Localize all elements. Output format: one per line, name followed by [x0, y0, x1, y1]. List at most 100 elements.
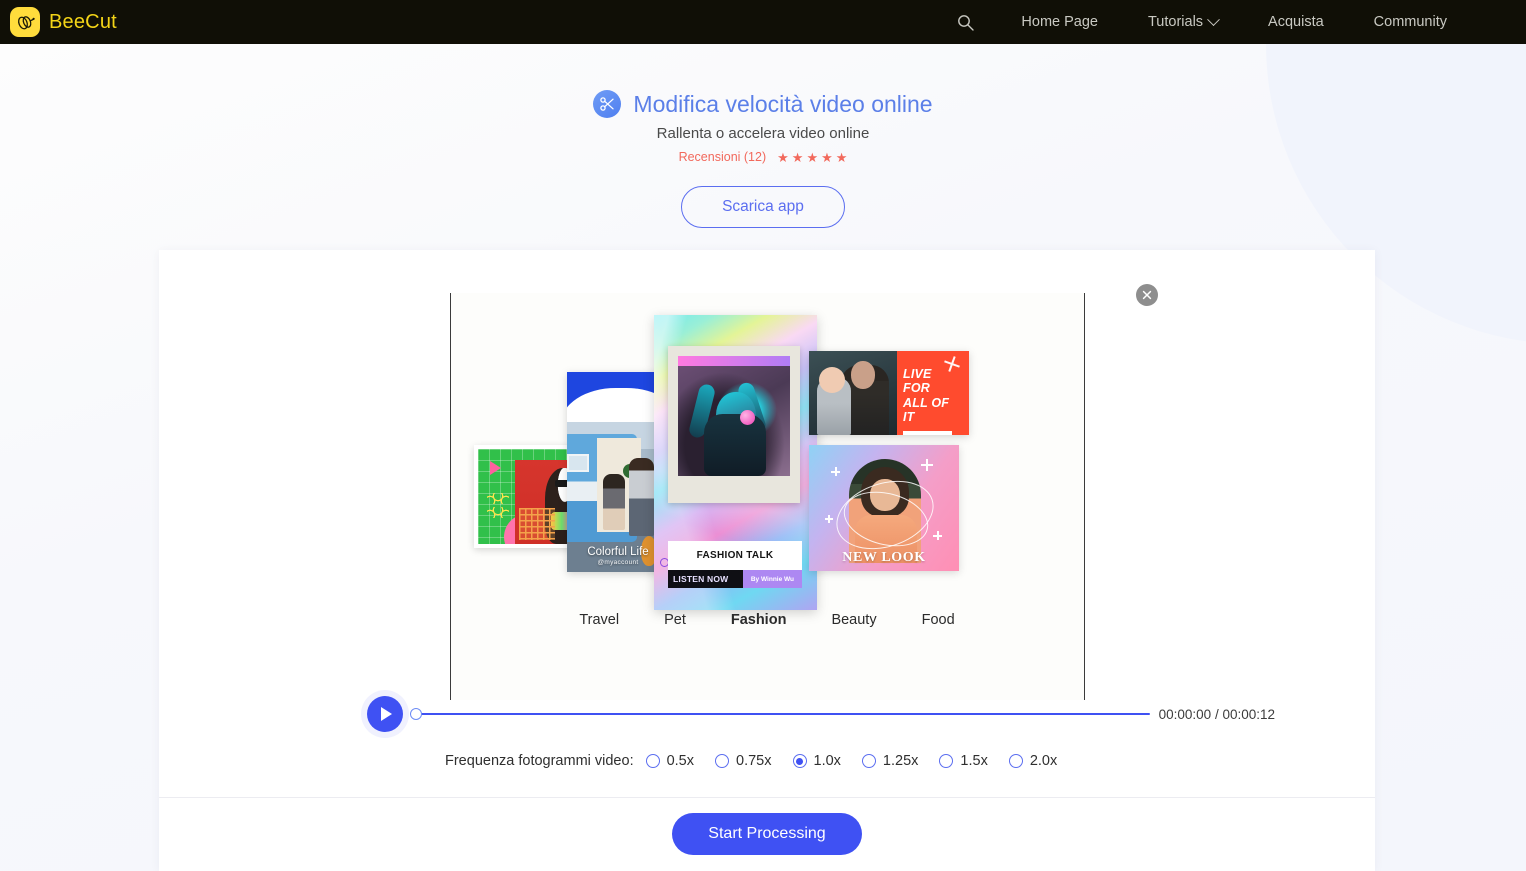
- speed-label: Frequenza fotogrammi video:: [445, 753, 634, 769]
- model-hair: [704, 414, 766, 476]
- nav-item-label: Tutorials: [1147, 14, 1204, 30]
- family-photo: [809, 351, 897, 435]
- star-icon: ★: [835, 149, 848, 165]
- speed-option-label: 2.0x: [1029, 753, 1058, 769]
- play-button[interactable]: [367, 696, 403, 732]
- page-title: Modifica velocità video online: [633, 90, 933, 117]
- sparkle-icon: [921, 459, 933, 471]
- play-icon: [381, 707, 392, 721]
- wave-decor: [487, 493, 509, 504]
- radio-icon[interactable]: [939, 754, 954, 768]
- author-label: By Winnie Wu: [742, 570, 802, 588]
- speed-option-1-25x[interactable]: 1.25x: [861, 753, 919, 769]
- star-icon: ★: [791, 149, 804, 165]
- category-fashion[interactable]: Fashion: [731, 612, 787, 628]
- page-subtitle: Rallenta o accelera video online: [656, 125, 870, 142]
- speed-option-label: 0.75x: [736, 753, 772, 769]
- chevron-down-icon: [1207, 12, 1220, 26]
- nav-item-label: Home Page: [1021, 14, 1098, 30]
- person-silhouette: [603, 474, 625, 530]
- fashion-talk-banner: FASHION TALK LISTEN NOW By Winnie Wu: [668, 541, 802, 588]
- close-icon[interactable]: [1136, 284, 1158, 306]
- baby-face: [819, 367, 845, 393]
- new-look-title: NEW LOOK: [842, 550, 926, 565]
- live-text-block: LIVE FOR ALL OF IT WATCH MORE: [897, 351, 969, 435]
- camera-lens: [740, 410, 755, 425]
- van-window: [567, 454, 589, 472]
- progress-track: [410, 712, 1150, 716]
- category-pet[interactable]: Pet: [664, 612, 686, 628]
- speed-option-label: 1.0x: [813, 753, 841, 769]
- star-icon: ★: [821, 149, 833, 165]
- speed-option-0-5x[interactable]: 0.5x: [645, 753, 695, 769]
- speed-option-label: 0.5x: [666, 753, 695, 769]
- live-title-line2: ALL OF IT: [903, 395, 950, 425]
- time-display: 00:00:00 / 00:00:12: [1158, 706, 1275, 722]
- radio-icon[interactable]: [861, 754, 876, 768]
- fashion-talk-bar: LISTEN NOW By Winnie Wu: [668, 570, 802, 588]
- reviews-row: Recensioni (12) ★ ★ ★ ★ ★: [0, 150, 1526, 164]
- speed-option-0-75x[interactable]: 0.75x: [715, 753, 772, 769]
- editor-panel: Colorful Life @myaccount FASHION TALK LI…: [159, 250, 1375, 871]
- category-beauty[interactable]: Beauty: [831, 612, 876, 628]
- preview-card-family: LIVE FOR ALL OF IT WATCH MORE: [809, 351, 969, 435]
- speed-option-label: 1.5x: [960, 753, 988, 769]
- sparkle-icon: [933, 531, 942, 540]
- watch-more-button: WATCH MORE: [903, 430, 952, 435]
- fashion-talk-title: FASHION TALK: [668, 541, 802, 570]
- speed-option-1-5x[interactable]: 1.5x: [939, 753, 988, 769]
- brand-name: BeeCut: [49, 10, 117, 33]
- wave-decor: [487, 507, 509, 518]
- speed-control-row: Frequenza fotogrammi video: 0.5x 0.75x 1…: [159, 753, 1375, 769]
- start-processing-button[interactable]: Start Processing: [672, 813, 862, 855]
- category-row: Travel Pet Fashion Beauty Food: [159, 612, 1375, 628]
- nav-item-label: Community: [1373, 14, 1447, 30]
- panel-footer: Start Processing: [159, 798, 1375, 870]
- orange-grid-decor: [519, 508, 555, 540]
- progress-thumb[interactable]: [410, 708, 422, 720]
- radio-icon[interactable]: [645, 754, 660, 768]
- speed-option-label: 1.25x: [882, 753, 919, 769]
- reviews-link[interactable]: Recensioni (12): [679, 150, 767, 164]
- nav-item-home-page[interactable]: Home Page: [996, 14, 1123, 30]
- fashion-model-photo: [678, 366, 790, 476]
- nav-item-acquista[interactable]: Acquista: [1243, 14, 1349, 30]
- editor-area: Colorful Life @myaccount FASHION TALK LI…: [159, 250, 1375, 798]
- polaroid-frame: [668, 346, 800, 503]
- father-face: [851, 361, 875, 389]
- radio-icon[interactable]: [1008, 754, 1023, 768]
- listen-now-label: LISTEN NOW: [673, 574, 729, 584]
- progress-slider[interactable]: [410, 707, 1150, 721]
- preview-collage: Colorful Life @myaccount FASHION TALK LI…: [451, 293, 1084, 700]
- radio-icon[interactable]: [715, 754, 730, 768]
- star-icon: ★: [806, 149, 819, 165]
- video-preview-stage: Colorful Life @myaccount FASHION TALK LI…: [450, 293, 1085, 700]
- scissors-icon: [593, 90, 622, 118]
- speed-option-1-0x[interactable]: 1.0x: [792, 753, 841, 769]
- category-food[interactable]: Food: [922, 612, 955, 628]
- radio-icon-selected[interactable]: [792, 754, 807, 768]
- star-icon: ★: [777, 149, 789, 165]
- search-icon[interactable]: [935, 14, 996, 31]
- brand-logo-link[interactable]: BeeCut: [10, 7, 117, 37]
- star-rating: ★ ★ ★ ★ ★: [777, 151, 847, 164]
- bee-icon: [10, 7, 40, 37]
- preview-card-fashion: FASHION TALK LISTEN NOW By Winnie Wu: [654, 315, 817, 610]
- nav-links: Home Page Tutorials Acquista Community: [935, 12, 1472, 31]
- player-controls: 00:00:00 / 00:00:12: [159, 691, 1375, 737]
- person-silhouette: [629, 458, 654, 536]
- preview-card-beauty: NEW LOOK: [809, 445, 959, 571]
- nav-item-community[interactable]: Community: [1349, 14, 1472, 30]
- page-title-row: Modifica velocità video online: [0, 90, 1526, 118]
- polaroid-band: [678, 356, 790, 366]
- nav-item-label: Acquista: [1268, 14, 1324, 30]
- top-navigation-bar: BeeCut Home Page Tutorials Acquista Comm…: [0, 0, 1526, 44]
- download-app-button[interactable]: Scarica app: [681, 186, 845, 228]
- play-triangle-icon: [490, 461, 501, 475]
- hero-section: Modifica velocità video online Rallenta …: [0, 44, 1526, 228]
- speed-option-2-0x[interactable]: 2.0x: [1008, 753, 1058, 769]
- sparkle-icon: [825, 515, 833, 523]
- category-travel[interactable]: Travel: [579, 612, 619, 628]
- sparkle-icon: [831, 467, 840, 476]
- nav-item-tutorials[interactable]: Tutorials: [1123, 12, 1243, 30]
